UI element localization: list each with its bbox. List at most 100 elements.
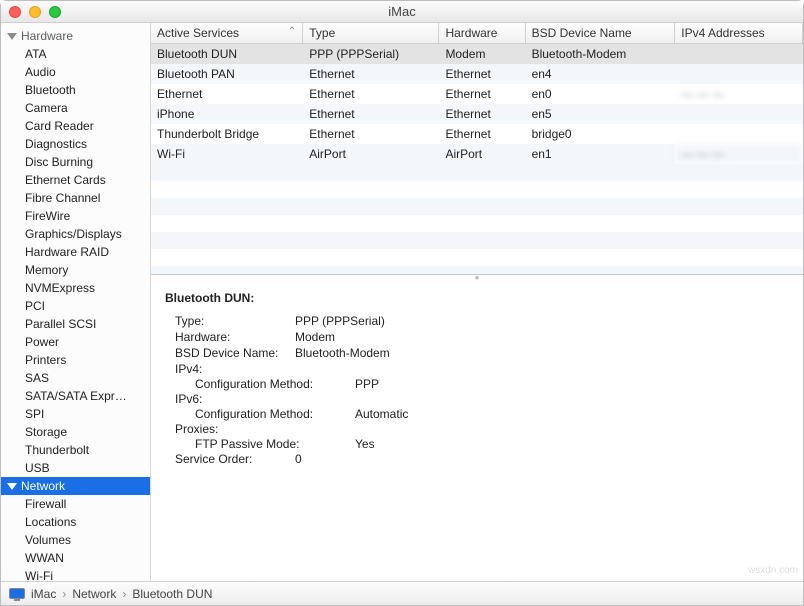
path-seg-2[interactable]: Bluetooth DUN <box>132 587 212 601</box>
detail-pane: Bluetooth DUN: Type:PPP (PPPSerial) Hard… <box>151 283 803 581</box>
table-cell <box>675 124 803 144</box>
sidebar-item[interactable]: Graphics/Displays <box>1 225 150 243</box>
detail-ftp-label: FTP Passive Mode: <box>195 437 355 451</box>
table-cell: Ethernet <box>439 124 525 144</box>
table-row[interactable]: EthernetEthernetEtherneten0— — — <box>151 84 803 104</box>
sidebar-item[interactable]: FireWire <box>1 207 150 225</box>
sidebar-item[interactable]: Disc Burning <box>1 153 150 171</box>
sidebar-item[interactable]: PCI <box>1 297 150 315</box>
table-cell: Ethernet <box>439 64 525 84</box>
detail-type-value: PPP (PPPSerial) <box>295 314 385 328</box>
table-cell: bridge0 <box>525 124 675 144</box>
table-cell: en0 <box>525 84 675 104</box>
computer-icon <box>9 588 25 599</box>
main-content: Hardware ATAAudioBluetoothCameraCard Read… <box>1 23 803 581</box>
sort-chevron-icon: ⌃ <box>288 26 296 37</box>
table-row[interactable]: Bluetooth DUNPPP (PPPSerial)ModemBluetoo… <box>151 44 803 65</box>
column-header[interactable]: Hardware <box>439 23 525 44</box>
detail-ipv6-cfg-label: Configuration Method: <box>195 407 355 421</box>
table-cell: Ethernet <box>303 104 439 124</box>
sidebar-item[interactable]: Diagnostics <box>1 135 150 153</box>
sidebar-item[interactable]: ATA <box>1 45 150 63</box>
detail-ipv4-cfg-value: PPP <box>355 377 379 391</box>
sidebar-item[interactable]: Bluetooth <box>1 81 150 99</box>
table-cell: Bluetooth PAN <box>151 64 303 84</box>
sidebar-item[interactable]: Camera <box>1 99 150 117</box>
table-cell: en4 <box>525 64 675 84</box>
column-header[interactable]: BSD Device Name <box>525 23 675 44</box>
table-cell: Ethernet <box>303 124 439 144</box>
detail-ftp-value: Yes <box>355 437 375 451</box>
table-cell: AirPort <box>439 144 525 164</box>
sidebar-item[interactable]: USB <box>1 459 150 477</box>
table-row[interactable]: Bluetooth PANEthernetEtherneten4 <box>151 64 803 84</box>
table-cell <box>675 44 803 65</box>
sidebar-item[interactable]: Fibre Channel <box>1 189 150 207</box>
table-cell: en5 <box>525 104 675 124</box>
sidebar-section-label: Network <box>21 479 65 493</box>
path-bar: iMac › Network › Bluetooth DUN <box>1 581 803 605</box>
split-handle[interactable]: ● <box>151 275 803 283</box>
sidebar-item[interactable]: Volumes <box>1 531 150 549</box>
sidebar-item[interactable]: WWAN <box>1 549 150 567</box>
table-cell <box>675 64 803 84</box>
sidebar-item[interactable]: Power <box>1 333 150 351</box>
detail-ipv4-cfg-label: Configuration Method: <box>195 377 355 391</box>
sidebar-item[interactable]: SPI <box>1 405 150 423</box>
detail-svcorder-value: 0 <box>295 452 302 466</box>
sidebar-item[interactable]: Audio <box>1 63 150 81</box>
column-header[interactable]: Type <box>303 23 439 44</box>
detail-svcorder-label: Service Order: <box>165 452 295 466</box>
watermark: wsxdn.com <box>748 565 798 576</box>
sidebar-item[interactable]: Ethernet Cards <box>1 171 150 189</box>
table-cell: — — — <box>675 144 803 164</box>
sidebar-item[interactable]: Parallel SCSI <box>1 315 150 333</box>
table-row[interactable]: iPhoneEthernetEtherneten5 <box>151 104 803 124</box>
sidebar-item[interactable]: NVMExpress <box>1 279 150 297</box>
sidebar-item[interactable]: SATA/SATA Expr… <box>1 387 150 405</box>
titlebar: iMac <box>1 1 803 23</box>
table-cell: AirPort <box>303 144 439 164</box>
services-table-wrap[interactable]: Active Services⌃TypeHardwareBSD Device N… <box>151 23 803 275</box>
table-cell: Ethernet <box>303 84 439 104</box>
disclosure-triangle-icon[interactable] <box>7 483 17 490</box>
table-cell: Wi-Fi <box>151 144 303 164</box>
table-cell: Ethernet <box>151 84 303 104</box>
table-cell: iPhone <box>151 104 303 124</box>
chevron-right-icon: › <box>62 587 66 601</box>
detail-ipv6-cfg-value: Automatic <box>355 407 408 421</box>
table-cell: en1 <box>525 144 675 164</box>
sidebar-section-label: Hardware <box>21 29 73 43</box>
sidebar-item[interactable]: Memory <box>1 261 150 279</box>
column-header[interactable]: Active Services⌃ <box>151 23 303 44</box>
sidebar-item[interactable]: Wi-Fi <box>1 567 150 581</box>
table-row[interactable]: Wi-FiAirPortAirPorten1— — — <box>151 144 803 164</box>
column-header[interactable]: IPv4 Addresses <box>675 23 803 44</box>
window-title: iMac <box>1 4 803 19</box>
sidebar-item[interactable]: Printers <box>1 351 150 369</box>
table-cell: — — — <box>675 84 803 104</box>
detail-proxies-label: Proxies: <box>165 422 295 436</box>
table-row[interactable]: Thunderbolt BridgeEthernetEthernetbridge… <box>151 124 803 144</box>
table-cell: Ethernet <box>439 84 525 104</box>
table-cell: Ethernet <box>303 64 439 84</box>
sidebar-section-hardware[interactable]: Hardware <box>1 27 150 45</box>
path-seg-0[interactable]: iMac <box>31 587 56 601</box>
sidebar[interactable]: Hardware ATAAudioBluetoothCameraCard Read… <box>1 23 151 581</box>
sidebar-item[interactable]: Storage <box>1 423 150 441</box>
detail-hardware-value: Modem <box>295 330 335 344</box>
sidebar-item[interactable]: Locations <box>1 513 150 531</box>
sidebar-item[interactable]: Hardware RAID <box>1 243 150 261</box>
table-cell: Thunderbolt Bridge <box>151 124 303 144</box>
disclosure-triangle-icon[interactable] <box>7 33 17 40</box>
content-column: Active Services⌃TypeHardwareBSD Device N… <box>151 23 803 581</box>
path-seg-1[interactable]: Network <box>72 587 116 601</box>
sidebar-section-network[interactable]: Network <box>1 477 150 495</box>
sidebar-item[interactable]: SAS <box>1 369 150 387</box>
detail-title: Bluetooth DUN: <box>165 291 789 305</box>
table-cell: Modem <box>439 44 525 65</box>
sidebar-item[interactable]: Thunderbolt <box>1 441 150 459</box>
sidebar-item[interactable]: Card Reader <box>1 117 150 135</box>
sidebar-item[interactable]: Firewall <box>1 495 150 513</box>
table-cell: Bluetooth-Modem <box>525 44 675 65</box>
